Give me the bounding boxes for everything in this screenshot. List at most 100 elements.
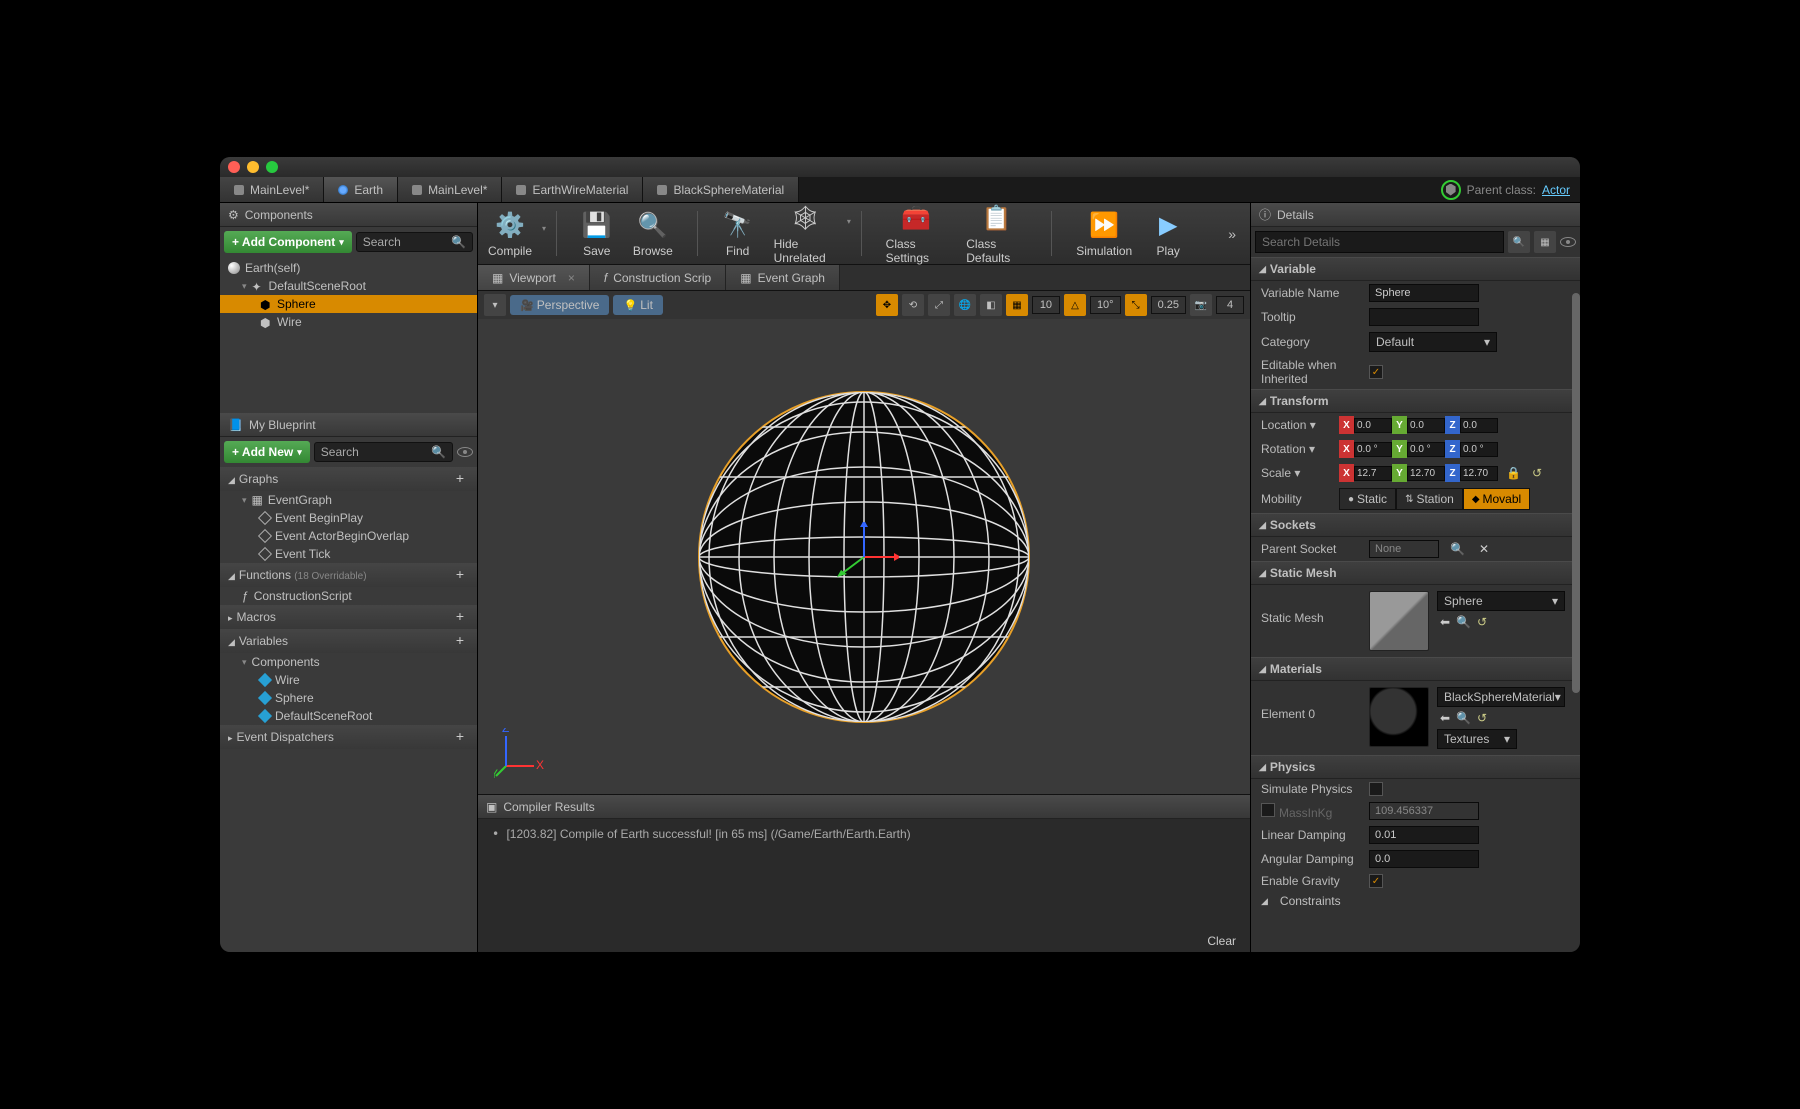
scale-gizmo-icon[interactable]: ⤢: [928, 294, 950, 316]
scale-snap-value[interactable]: 0.25: [1151, 296, 1186, 314]
variable-section[interactable]: ◢Variable: [1251, 257, 1580, 281]
surface-snap-icon[interactable]: ◧: [980, 294, 1002, 316]
editable-checkbox[interactable]: ✓: [1369, 365, 1383, 379]
transform-gizmo-icon[interactable]: [829, 522, 899, 592]
perspective-button[interactable]: 🎥 Perspective: [510, 295, 609, 315]
viewport-tab[interactable]: ▦Viewport×: [478, 265, 590, 290]
add-dispatcher-button[interactable]: +: [451, 728, 469, 746]
macros-header[interactable]: ▸Macros+: [220, 605, 477, 629]
materials-section[interactable]: ◢Materials: [1251, 657, 1580, 681]
scale-x-input[interactable]: [1354, 466, 1392, 481]
grid-snap-value[interactable]: 10: [1032, 296, 1060, 314]
staticmesh-section[interactable]: ◢Static Mesh: [1251, 561, 1580, 585]
gravity-checkbox[interactable]: ✓: [1369, 874, 1383, 888]
scale-snap-icon[interactable]: ⤡: [1125, 294, 1147, 316]
tab-earth[interactable]: Earth: [324, 177, 398, 202]
event-tick[interactable]: Event Tick: [220, 545, 477, 563]
functions-header[interactable]: ◢Functions (18 Overridable)+: [220, 563, 477, 587]
compile-button[interactable]: ⚙️Compile▾: [488, 210, 532, 258]
add-macro-button[interactable]: +: [451, 608, 469, 626]
var-wire[interactable]: Wire: [220, 671, 477, 689]
translate-gizmo-icon[interactable]: ✥: [876, 294, 898, 316]
sockets-section[interactable]: ◢Sockets: [1251, 513, 1580, 537]
component-self[interactable]: Earth(self): [220, 259, 477, 277]
tab-earthwirematerial[interactable]: EarthWireMaterial: [502, 177, 643, 202]
lock-icon[interactable]: 🔒: [1506, 466, 1521, 480]
property-matrix-icon[interactable]: ▦: [1534, 231, 1556, 253]
close-icon[interactable]: ×: [568, 271, 575, 285]
maximize-window-icon[interactable]: [266, 161, 278, 173]
toolbar-overflow[interactable]: »: [1224, 226, 1240, 242]
components-header[interactable]: ⚙ Components: [220, 203, 477, 227]
material-thumbnail[interactable]: [1369, 687, 1429, 747]
component-sphere[interactable]: ⬢Sphere: [220, 295, 477, 313]
use-selected-icon[interactable]: ⬅: [1437, 711, 1453, 725]
myblueprint-search[interactable]: Search🔍: [314, 442, 453, 462]
add-component-button[interactable]: + Add Component▾: [224, 231, 352, 253]
category-dropdown[interactable]: Default▾: [1369, 332, 1497, 352]
search-icon[interactable]: 🔍: [1447, 542, 1468, 556]
world-local-toggle[interactable]: 🌐: [954, 294, 976, 316]
view-options-icon[interactable]: [1560, 237, 1576, 247]
rotation-x-input[interactable]: [1354, 442, 1392, 457]
mass-checkbox[interactable]: [1261, 803, 1275, 817]
play-button[interactable]: ▶Play: [1152, 210, 1184, 258]
var-defaultsceneroot[interactable]: DefaultSceneRoot: [220, 707, 477, 725]
physics-section[interactable]: ◢Physics: [1251, 755, 1580, 779]
camera-speed-value[interactable]: 4: [1216, 296, 1244, 314]
event-beginplay[interactable]: Event BeginPlay: [220, 509, 477, 527]
staticmesh-dropdown[interactable]: Sphere▾: [1437, 591, 1565, 611]
tab-mainlevel[interactable]: MainLevel*: [220, 177, 324, 202]
lit-button[interactable]: 💡 Lit: [613, 295, 662, 315]
components-search[interactable]: Search 🔍: [356, 232, 473, 252]
close-icon[interactable]: ✕: [1476, 542, 1492, 556]
compiler-header[interactable]: ▣Compiler Results: [478, 795, 1250, 819]
event-beginoverlap[interactable]: Event ActorBeginOverlap: [220, 527, 477, 545]
chevron-down-icon[interactable]: ▾: [847, 217, 851, 226]
search-icon[interactable]: 🔍: [1508, 231, 1530, 253]
tab-mainlevel-2[interactable]: MainLevel*: [398, 177, 502, 202]
material-dropdown[interactable]: BlackSphereMaterial▾: [1437, 687, 1565, 707]
constraints-label[interactable]: Constraints: [1280, 894, 1341, 908]
tooltip-input[interactable]: [1369, 308, 1479, 326]
angle-snap-icon[interactable]: △: [1064, 294, 1086, 316]
component-wire[interactable]: ⬢Wire: [220, 313, 477, 331]
eye-icon[interactable]: [457, 447, 473, 457]
parent-class-link[interactable]: Actor: [1542, 183, 1570, 197]
chevron-down-icon[interactable]: ▾: [542, 224, 546, 233]
simulation-button[interactable]: ⏩Simulation: [1076, 210, 1132, 258]
details-search[interactable]: [1255, 231, 1504, 253]
angle-snap-value[interactable]: 10°: [1090, 296, 1121, 314]
rotation-z-input[interactable]: [1460, 442, 1498, 457]
scale-y-input[interactable]: [1407, 466, 1445, 481]
viewport[interactable]: X Y Z: [478, 319, 1250, 794]
grid-snap-icon[interactable]: ▦: [1006, 294, 1028, 316]
angular-damping-input[interactable]: [1369, 850, 1479, 868]
myblueprint-header[interactable]: 📘 My Blueprint: [220, 413, 477, 437]
find-button[interactable]: 🔭Find: [722, 210, 754, 258]
use-selected-icon[interactable]: ⬅: [1437, 615, 1453, 629]
component-defaultsceneroot[interactable]: ▾✦DefaultSceneRoot: [220, 277, 477, 295]
linear-damping-input[interactable]: [1369, 826, 1479, 844]
camera-speed-icon[interactable]: 📷: [1190, 294, 1212, 316]
save-button[interactable]: 💾Save: [581, 210, 613, 258]
details-header[interactable]: ⓘDetails: [1251, 203, 1580, 227]
add-function-button[interactable]: +: [451, 566, 469, 584]
variable-name-input[interactable]: [1369, 284, 1479, 302]
eventgraph-item[interactable]: ▾▦EventGraph: [220, 491, 477, 509]
clear-button[interactable]: Clear: [1207, 934, 1236, 948]
browse-icon[interactable]: 🔍: [1453, 711, 1474, 725]
add-variable-button[interactable]: +: [451, 632, 469, 650]
location-x-input[interactable]: [1354, 418, 1392, 433]
browse-icon[interactable]: 🔍: [1453, 615, 1474, 629]
mobility-stationary[interactable]: ⇅ Station: [1396, 488, 1463, 510]
reset-icon[interactable]: ↺: [1474, 615, 1490, 629]
staticmesh-thumbnail[interactable]: [1369, 591, 1429, 651]
graphs-header[interactable]: ◢Graphs+: [220, 467, 477, 491]
minimize-window-icon[interactable]: [247, 161, 259, 173]
shield-icon[interactable]: [1441, 180, 1461, 200]
add-graph-button[interactable]: +: [451, 470, 469, 488]
add-new-button[interactable]: + Add New▾: [224, 441, 310, 463]
scrollbar-thumb[interactable]: [1572, 293, 1580, 693]
simulate-physics-checkbox[interactable]: [1369, 782, 1383, 796]
